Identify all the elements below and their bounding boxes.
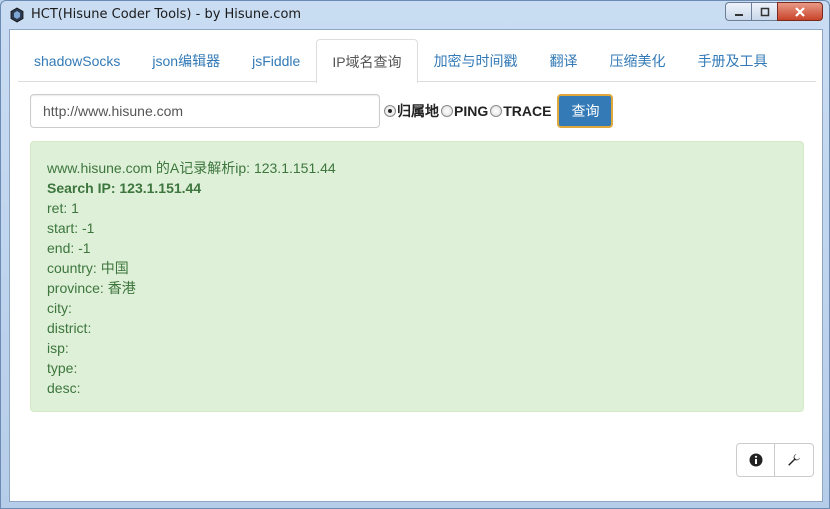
- wrench-icon: [788, 454, 800, 466]
- result-line-type: type:: [47, 360, 78, 376]
- result-line-search-ip: Search IP: 123.1.151.44: [47, 180, 202, 196]
- close-icon: [795, 6, 805, 17]
- tab-manuals-tools[interactable]: 手册及工具: [682, 39, 784, 82]
- main-content: shadowSocks json编辑器 jsFiddle IP域名查询 加密与时…: [9, 29, 823, 502]
- tab-compress-beautify[interactable]: 压缩美化: [594, 39, 682, 82]
- tab-json-editor[interactable]: json编辑器: [136, 39, 236, 82]
- result-line-end: end: -1: [47, 240, 91, 256]
- window-title: HCT(Hisune Coder Tools) - by Hisune.com: [31, 7, 302, 22]
- info-icon: [749, 453, 762, 467]
- maximize-button[interactable]: [751, 2, 777, 21]
- result-line-province: province: 香港: [47, 280, 136, 296]
- tab-jsfiddle[interactable]: jsFiddle: [236, 39, 316, 82]
- result-line-dns: www.hisune.com 的A记录解析ip: 123.1.151.44: [47, 160, 336, 176]
- minimize-button[interactable]: [725, 2, 751, 21]
- result-line-city: city:: [47, 300, 72, 316]
- tab-bar: shadowSocks json编辑器 jsFiddle IP域名查询 加密与时…: [18, 39, 816, 83]
- result-line-start: start: -1: [47, 220, 95, 236]
- result-line-isp: isp:: [47, 340, 69, 356]
- radio-trace[interactable]: TRACE: [490, 103, 551, 119]
- tab-shadowsocks[interactable]: shadowSocks: [18, 39, 136, 82]
- query-button[interactable]: 查询: [557, 94, 614, 128]
- radio-checked-icon: [384, 105, 396, 117]
- result-line-district: district:: [47, 320, 92, 336]
- tab-translate[interactable]: 翻译: [534, 39, 594, 82]
- search-row: 归属地 PING TRACE 查询: [30, 94, 614, 128]
- radio-ping-label: PING: [454, 103, 489, 119]
- url-input[interactable]: [30, 94, 380, 128]
- query-type-radios: 归属地 PING TRACE: [384, 101, 553, 121]
- app-window: HCT(Hisune Coder Tools) - by Hisune.com …: [0, 0, 830, 509]
- tab-ip-lookup[interactable]: IP域名查询: [316, 39, 418, 83]
- close-button[interactable]: [777, 2, 823, 21]
- radio-trace-label: TRACE: [503, 103, 552, 119]
- result-line-desc: desc:: [47, 380, 81, 396]
- radio-unchecked-icon: [490, 105, 503, 117]
- result-line-country: country: 中国: [47, 260, 129, 276]
- radio-unchecked-icon: [441, 105, 453, 117]
- title-bar[interactable]: HCT(Hisune Coder Tools) - by Hisune.com: [1, 1, 829, 29]
- radio-ping[interactable]: PING: [441, 103, 488, 119]
- radio-location-label: 归属地: [397, 103, 439, 119]
- minimize-icon: [734, 13, 743, 16]
- info-button[interactable]: [736, 443, 775, 477]
- result-line-ret: ret: 1: [47, 200, 79, 216]
- tab-encrypt-timestamp[interactable]: 加密与时间戳: [418, 39, 534, 82]
- result-panel: www.hisune.com 的A记录解析ip: 123.1.151.44 Se…: [30, 141, 804, 412]
- radio-location[interactable]: 归属地: [384, 101, 439, 121]
- app-logo-icon: [10, 7, 24, 23]
- window-controls: [725, 2, 823, 21]
- footer-buttons: [736, 443, 814, 477]
- maximize-icon: [760, 7, 769, 16]
- tools-button[interactable]: [775, 443, 814, 477]
